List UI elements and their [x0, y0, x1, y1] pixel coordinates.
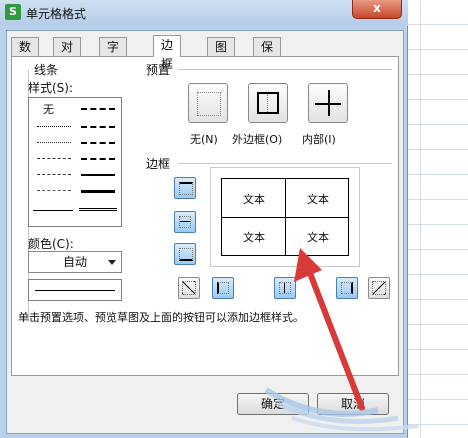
- watermark-logo: [264, 387, 419, 432]
- annotation-arrow-icon: [294, 248, 365, 411]
- tab-border[interactable]: 边框: [153, 35, 182, 71]
- annotation-arrow-head: [294, 248, 322, 282]
